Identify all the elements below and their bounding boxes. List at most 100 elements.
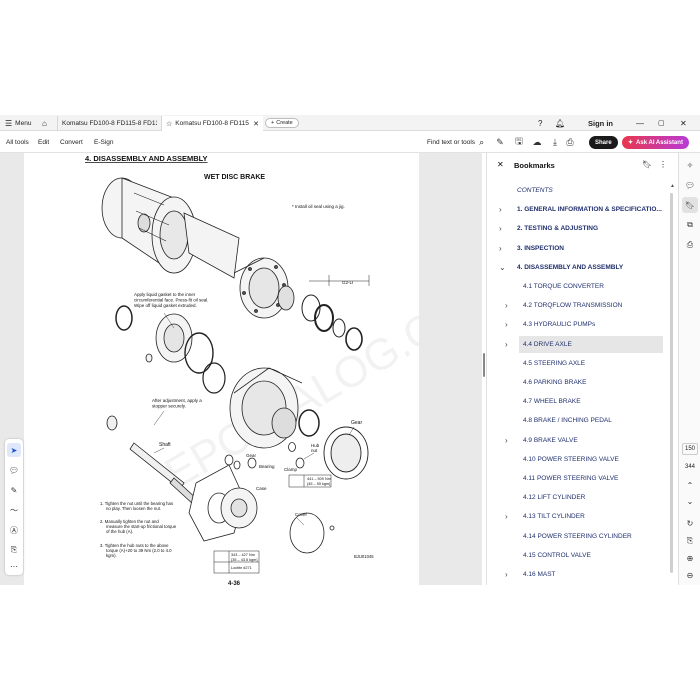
chevron-right-icon[interactable]: › <box>499 200 502 219</box>
loctite-label: Loctite #271 <box>231 566 252 570</box>
document-viewport[interactable]: EPCATALOG.COM 4. DISASSEMBLY AND ASSEMBL… <box>0 153 485 585</box>
attachment-panel-icon[interactable]: ⎙ <box>682 237 698 253</box>
page-search-icon[interactable]: ⎘ <box>682 533 698 549</box>
find-text-button[interactable]: Find text or tools ⌕ <box>427 131 484 153</box>
create-button[interactable]: + Create <box>265 118 299 128</box>
draw-freehand-icon[interactable]: 〜 <box>7 503 21 517</box>
bookmark-item[interactable]: 4.10 POWER STEERING VALVE <box>487 450 667 469</box>
chevron-down-icon[interactable]: ⌄ <box>682 493 698 509</box>
tab-bar: ☰ Menu ⌂ Komatsu FD100-8 FD115-8 FD135..… <box>0 115 700 131</box>
bookmark-item[interactable]: › 1. GENERAL INFORMATION & SPECIFICATIO..… <box>487 200 667 219</box>
ai-summary-icon[interactable]: ✎ <box>493 135 507 149</box>
more-tools-icon[interactable]: ⋯ <box>7 559 21 573</box>
bookmark-item[interactable]: 4.12 LIFT CYLINDER <box>487 488 667 507</box>
bookmark-item[interactable]: › 4.2 TORQFLOW TRANSMISSION <box>487 296 667 315</box>
bookmark-item[interactable]: 4.11 POWER STEERING VALVE <box>487 469 667 488</box>
menu-button[interactable]: ☰ Menu <box>5 115 31 131</box>
chevron-right-icon[interactable]: › <box>499 239 502 258</box>
cloud-upload-icon[interactable]: ☁ <box>530 135 544 149</box>
chevron-right-icon[interactable]: › <box>505 507 508 526</box>
right-tool-rail: ✧ 💬︎ 🔖︎ ⧉ ⎙ 150 344 ⌃ ⌄ ↻ ⎘ ⊕ ⊖ <box>678 153 700 585</box>
select-cursor-icon[interactable]: ➤ <box>7 443 21 457</box>
chevron-down-icon[interactable]: ⌄ <box>499 258 506 277</box>
close-window-icon[interactable]: ✕ <box>680 115 687 131</box>
bookmark-item[interactable]: › 3. INSPECTION <box>487 239 667 258</box>
download-icon[interactable]: ⤓ <box>548 135 562 149</box>
bookmark-item[interactable]: › 4.3 HYDRAULIC PUMPs <box>487 315 667 334</box>
bookmark-label: 2. TESTING & ADJUSTING <box>517 225 599 233</box>
add-bookmark-icon[interactable]: 🔖︎ <box>642 160 652 169</box>
ask-ai-assistant-button[interactable]: ✦ Ask AI Assistant <box>622 136 689 149</box>
minimize-icon[interactable]: — <box>636 115 644 131</box>
bookmark-item[interactable]: › 4.16 MAST <box>487 565 667 584</box>
pages-panel-icon[interactable]: ⧉ <box>682 217 698 233</box>
share-button[interactable]: Share <box>589 136 618 149</box>
callout-gasket-note: Apply liquid gasket to the inner circumf… <box>134 292 210 308</box>
bookmark-item[interactable]: 4.5 STEERING AXLE <box>487 354 667 373</box>
bookmark-label: 4.4 DRIVE AXLE <box>523 340 572 348</box>
zoom-out-icon[interactable]: ⊖ <box>682 567 698 583</box>
chevron-right-icon[interactable]: › <box>505 565 508 584</box>
tab-document-1[interactable]: Komatsu FD100-8 FD115-8 FD135... <box>57 116 161 131</box>
chevron-right-icon[interactable]: › <box>499 219 502 238</box>
save-icon[interactable]: 🖫︎ <box>512 135 526 149</box>
document-scrollbar[interactable] <box>483 353 485 377</box>
bookmark-item[interactable]: 4.14 POWER STEERING CYLINDER <box>487 527 667 546</box>
esign-button[interactable]: E-Sign <box>94 131 114 153</box>
bookmark-scrollbar[interactable]: ▲ <box>670 183 675 583</box>
bookmark-panel-icon[interactable]: 🔖︎ <box>682 197 698 213</box>
bookmark-item[interactable]: 4.8 BRAKE / INCHING PEDAL <box>487 411 667 430</box>
callout-install-seal: * Install oil seal using a jig. <box>292 204 345 209</box>
zoom-in-icon[interactable]: ⊕ <box>682 550 698 566</box>
find-label: Find text or tools <box>427 138 476 146</box>
torque-343: 343 – 427 Nm <box>231 553 255 557</box>
bookmark-item[interactable]: › 4.9 BRAKE VALVE <box>487 431 667 450</box>
more-options-icon[interactable]: ⋮ <box>659 160 667 169</box>
chevron-right-icon[interactable]: › <box>505 296 508 315</box>
tab-document-2[interactable]: ☆ Komatsu FD100-8 FD115-... ✕ <box>161 116 263 131</box>
ai-panel-icon[interactable]: ✧ <box>682 157 698 173</box>
star-icon[interactable]: ☆ <box>166 120 172 128</box>
torque-343-kgm: {35 – 43.5 kgm} <box>231 558 258 562</box>
close-panel-icon[interactable]: ✕ <box>497 160 504 169</box>
chevron-right-icon[interactable]: › <box>505 315 508 334</box>
bookmark-item[interactable]: 4.1 TORQUE CONVERTER <box>487 277 667 296</box>
bookmark-item[interactable]: › 2. TESTING & ADJUSTING <box>487 219 667 238</box>
label-gear-top: Gear <box>351 420 362 426</box>
gear-ring <box>323 426 369 480</box>
home-icon[interactable]: ⌂ <box>42 115 47 131</box>
sign-in-link[interactable]: Sign in <box>588 115 613 131</box>
pdf-page: EPCATALOG.COM 4. DISASSEMBLY AND ASSEMBL… <box>24 153 419 585</box>
current-page-field[interactable]: 150 <box>682 443 698 455</box>
cover <box>289 512 335 554</box>
chevron-right-icon[interactable]: › <box>505 335 508 354</box>
bookmark-item[interactable]: 4.6 PARKING BRAKE <box>487 373 667 392</box>
bookmark-label: 4.14 POWER STEERING CYLINDER <box>523 532 632 540</box>
chevron-right-icon[interactable]: › <box>505 431 508 450</box>
print-icon[interactable]: ⎙ <box>563 135 577 149</box>
bookmark-item[interactable]: › 4.4 DRIVE AXLE <box>487 335 667 354</box>
bookmark-item[interactable]: ⌄ 4. DISASSEMBLY AND ASSEMBLY <box>487 258 667 277</box>
bookmark-item[interactable]: › 4.13 TILT CYLINDER <box>487 507 667 526</box>
rotate-icon[interactable]: ↻ <box>682 515 698 531</box>
label-hub-nut: Hub nut <box>311 443 320 453</box>
stamp-icon[interactable]: ⎘ <box>7 543 21 557</box>
edit-button[interactable]: Edit <box>38 131 49 153</box>
search-icon: ⌕ <box>479 136 485 147</box>
plus-icon: + <box>271 120 275 126</box>
comment-panel-icon[interactable]: 💬︎ <box>682 177 698 193</box>
text-box-icon[interactable]: Ⓐ <box>7 523 21 537</box>
all-tools-button[interactable]: All tools <box>6 131 29 153</box>
add-comment-icon[interactable]: 💬︎ <box>7 463 21 477</box>
bookmark-item[interactable]: 4.15 CONTROL VALVE <box>487 546 667 565</box>
help-icon[interactable]: ? <box>538 115 542 131</box>
convert-button[interactable]: Convert <box>60 131 83 153</box>
close-tab-icon[interactable]: ✕ <box>253 120 259 128</box>
bookmark-item[interactable]: CONTENTS <box>487 181 667 200</box>
chevron-up-icon[interactable]: ⌃ <box>682 477 698 493</box>
maximize-icon[interactable]: ▢ <box>658 115 665 131</box>
bookmark-item[interactable]: 4.7 WHEEL BRAKE <box>487 392 667 411</box>
notification-icon[interactable]: 🔔︎ <box>555 115 565 131</box>
bookmark-label: 4.9 BRAKE VALVE <box>523 436 578 444</box>
highlight-pen-icon[interactable]: ✎ <box>7 483 21 497</box>
